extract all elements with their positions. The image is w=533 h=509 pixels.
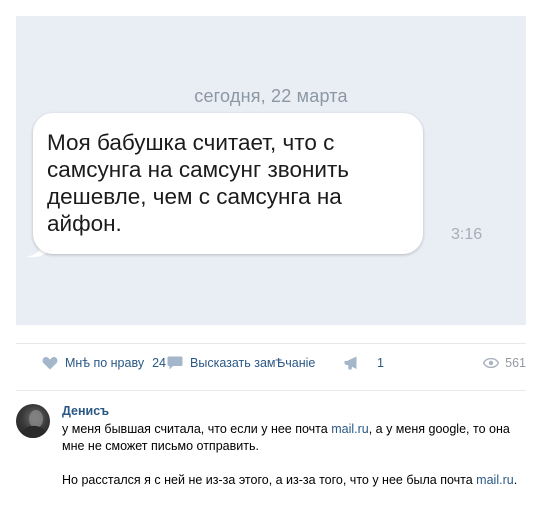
post-actions-bar: Мнѣ по нраву 24 Высказать замѢчаніе 1 56… [16, 356, 526, 378]
mail-link[interactable]: mail.ru [476, 473, 514, 487]
date-label: сегодня, 22 марта [194, 86, 348, 106]
comment-button[interactable]: Высказать замѢчаніе [167, 356, 315, 370]
like-count: 24 [152, 356, 166, 370]
heart-icon [42, 356, 58, 370]
share-count: 1 [377, 356, 384, 370]
views-count: 561 [505, 356, 526, 370]
message-screenshot-image: сегодня, 22 марта Моя бабушка считает, ч… [16, 16, 526, 325]
comment-paragraph: Но расстался я с ней не из-за этого, а и… [62, 472, 527, 489]
comment-paragraph: у меня бывшая считала, что если у нее по… [62, 421, 527, 455]
like-label: Мнѣ по нраву [65, 356, 145, 370]
message-text: Моя бабушка считает, что с самсунга на с… [47, 130, 349, 236]
mail-link[interactable]: mail.ru [331, 422, 369, 436]
divider [16, 390, 526, 391]
comment-author[interactable]: Денисъ [62, 403, 527, 419]
megaphone-icon [344, 356, 357, 370]
divider [16, 343, 526, 344]
comment-text: у меня бывшая считала, что если у нее по… [62, 421, 527, 489]
comment: Денисъ у меня бывшая считала, что если у… [62, 403, 527, 489]
avatar-portrait-icon [20, 410, 50, 438]
eye-icon [483, 358, 500, 368]
message-bubble: Моя бабушка считает, что с самсунга на с… [33, 113, 423, 254]
avatar[interactable] [16, 404, 50, 438]
comment-text-span: Но расстался я с ней не из-за этого, а и… [62, 473, 477, 487]
comment-text-span: у меня бывшая считала, что если у нее по… [62, 422, 332, 436]
views-counter: 561 [483, 356, 526, 370]
like-button[interactable]: Мнѣ по нраву 24 [42, 356, 166, 370]
comment-text-span: . [513, 473, 518, 487]
share-button[interactable]: 1 [344, 356, 384, 370]
comment-icon [167, 356, 183, 370]
comment-label: Высказать замѢчаніе [190, 356, 316, 370]
message-time: 3:16 [451, 226, 483, 243]
